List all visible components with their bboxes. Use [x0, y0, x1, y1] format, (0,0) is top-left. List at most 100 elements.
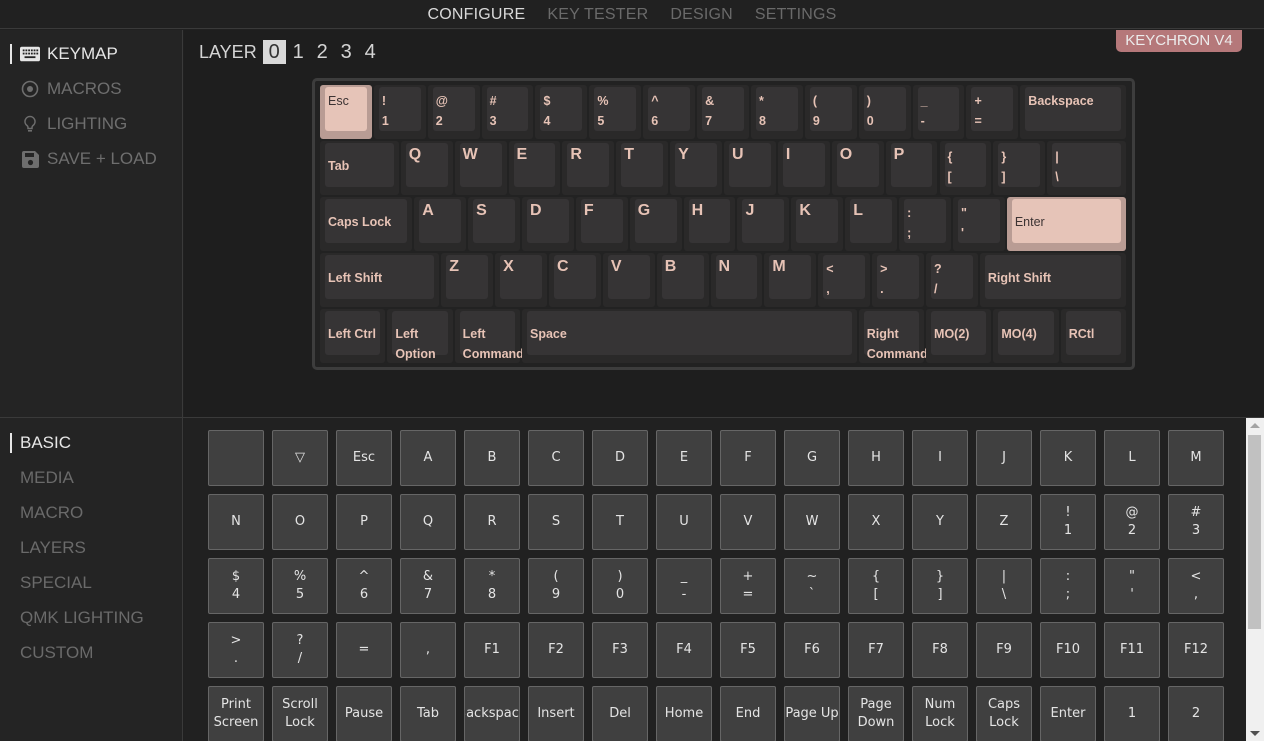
category-custom[interactable]: CUSTOM — [10, 640, 93, 666]
keyboard-key[interactable]: ) 0 — [858, 85, 911, 139]
keycode-option[interactable]: (9 — [528, 558, 584, 614]
layer-4-button[interactable]: 4 — [359, 40, 382, 64]
keycode-option[interactable]: >. — [208, 622, 264, 678]
keycode-option[interactable]: Z — [976, 494, 1032, 550]
keyboard-key[interactable]: ! 1 — [373, 85, 426, 139]
keyboard-key[interactable]: T — [616, 141, 669, 195]
keycode-option[interactable]: F3 — [592, 622, 648, 678]
keycode-option[interactable]: Pause — [336, 686, 392, 741]
keycode-option[interactable]: Caps Lock — [976, 686, 1032, 741]
keycode-option[interactable]: M — [1168, 430, 1224, 486]
keycode-option[interactable]: Esc — [336, 430, 392, 486]
scroll-thumb[interactable] — [1248, 435, 1261, 629]
keycode-option[interactable]: X — [848, 494, 904, 550]
keycode-option[interactable]: " ' — [1104, 558, 1160, 614]
keycode-option[interactable]: Page Up — [784, 686, 840, 741]
keycode-option[interactable]: Q — [400, 494, 456, 550]
keycode-option[interactable]: }] — [912, 558, 968, 614]
sidebar-item-keymap[interactable]: KEYMAP — [10, 40, 118, 68]
layer-1-button[interactable]: 1 — [287, 40, 310, 64]
keyboard-key[interactable]: MO(2) — [926, 309, 992, 363]
keycode-option[interactable]: ? / — [272, 622, 328, 678]
keyboard-key[interactable]: H — [683, 197, 736, 251]
keycode-option[interactable]: L — [1104, 430, 1160, 486]
picker-scrollbar[interactable] — [1246, 418, 1264, 741]
keycode-option[interactable]: Page Down — [848, 686, 904, 741]
keyboard-key[interactable]: Right Command — [858, 309, 928, 363]
tab-key-tester[interactable]: KEY TESTER — [547, 0, 648, 28]
keycode-option[interactable]: @2 — [1104, 494, 1160, 550]
keyboard-key[interactable]: Left Option — [387, 309, 453, 363]
category-macro[interactable]: MACRO — [10, 500, 83, 526]
keycode-option[interactable]: D — [592, 430, 648, 486]
keycode-option[interactable]: A — [400, 430, 456, 486]
keyboard-key[interactable]: K — [791, 197, 844, 251]
keycode-option[interactable]: Del — [592, 686, 648, 741]
keycode-option[interactable]: End — [720, 686, 776, 741]
keyboard-key[interactable]: B — [656, 253, 709, 307]
keyboard-key[interactable]: :; — [899, 197, 951, 251]
keycode-option[interactable]: Home — [656, 686, 712, 741]
keyboard-key[interactable]: U — [724, 141, 776, 195]
keycode-option[interactable]: H — [848, 430, 904, 486]
sidebar-item-macros[interactable]: MACROS — [10, 75, 122, 103]
keycode-option[interactable]: <, — [1168, 558, 1224, 614]
keycode-option[interactable]: F — [720, 430, 776, 486]
keycode-option[interactable]: & 7 — [400, 558, 456, 614]
keycode-option[interactable]: K — [1040, 430, 1096, 486]
keycode-option[interactable]: ) 0 — [592, 558, 648, 614]
keycode-option[interactable]: * 8 — [464, 558, 520, 614]
keycode-option[interactable]: Backspace — [464, 686, 520, 741]
keycode-option[interactable]: S — [528, 494, 584, 550]
keyboard-key[interactable]: W — [454, 141, 507, 195]
keycode-option[interactable]: R — [464, 494, 520, 550]
transparent-key-option[interactable]: ▽ — [272, 430, 328, 486]
keycode-option[interactable]: % 5 — [272, 558, 328, 614]
keyboard-key[interactable]: MO(4) — [993, 309, 1059, 363]
keyboard-key[interactable]: * 8 — [750, 85, 803, 139]
keyboard-key[interactable]: _ - — [912, 85, 965, 139]
keyboard-key[interactable]: Backspace — [1020, 85, 1127, 139]
keycode-option[interactable]: = — [336, 622, 392, 678]
keyboard-key[interactable]: Left Ctrl — [320, 309, 386, 363]
keycode-option[interactable]: | \ — [976, 558, 1032, 614]
category-special[interactable]: SPECIAL — [10, 570, 92, 596]
keyboard-key[interactable]: $4 — [535, 85, 588, 139]
keycode-option[interactable]: Insert — [528, 686, 584, 741]
keycode-option[interactable]: _ - — [656, 558, 712, 614]
keycode-option[interactable]: ! 1 — [1040, 494, 1096, 550]
layer-0-button[interactable]: 0 — [262, 40, 286, 64]
keyboard-key[interactable]: R — [562, 141, 615, 195]
keycode-option[interactable]: U — [656, 494, 712, 550]
keyboard-key[interactable]: Enter — [1006, 197, 1127, 251]
keyboard-key[interactable]: A — [414, 197, 467, 251]
keyboard-key[interactable]: N — [710, 253, 763, 307]
keycode-option[interactable]: F2 — [528, 622, 584, 678]
keycode-option[interactable]: F10 — [1040, 622, 1096, 678]
keycode-option[interactable]: #3 — [1168, 494, 1224, 550]
keyboard-key[interactable]: Q — [400, 141, 453, 195]
keycode-option[interactable]: F6 — [784, 622, 840, 678]
sidebar-item-lighting[interactable]: LIGHTING — [10, 110, 127, 138]
keycode-option[interactable]: O — [272, 494, 328, 550]
keycode-option[interactable]: B — [464, 430, 520, 486]
keyboard-key[interactable]: % 5 — [589, 85, 642, 139]
keycode-option[interactable]: ^ 6 — [336, 558, 392, 614]
keycode-option[interactable]: 2 — [1168, 686, 1224, 741]
keycode-option[interactable]: :; — [1040, 558, 1096, 614]
keycode-option[interactable]: G — [784, 430, 840, 486]
keycode-option[interactable]: E — [656, 430, 712, 486]
sidebar-item-save-load[interactable]: SAVE + LOAD — [10, 145, 157, 173]
keyboard-key[interactable]: | \ — [1047, 141, 1127, 195]
keycode-option[interactable]: F12 — [1168, 622, 1224, 678]
keyboard-key[interactable]: I — [777, 141, 830, 195]
keyboard-key[interactable]: M — [764, 253, 817, 307]
keyboard-key[interactable]: V — [602, 253, 655, 307]
keycode-option[interactable]: C — [528, 430, 584, 486]
keyboard-key[interactable]: + = — [966, 85, 1019, 139]
keyboard-key[interactable]: C — [548, 253, 601, 307]
keyboard-key[interactable]: & 7 — [697, 85, 749, 139]
keycode-option[interactable]: W — [784, 494, 840, 550]
keycode-option[interactable]: $4 — [208, 558, 264, 614]
keycode-option[interactable]: F9 — [976, 622, 1032, 678]
